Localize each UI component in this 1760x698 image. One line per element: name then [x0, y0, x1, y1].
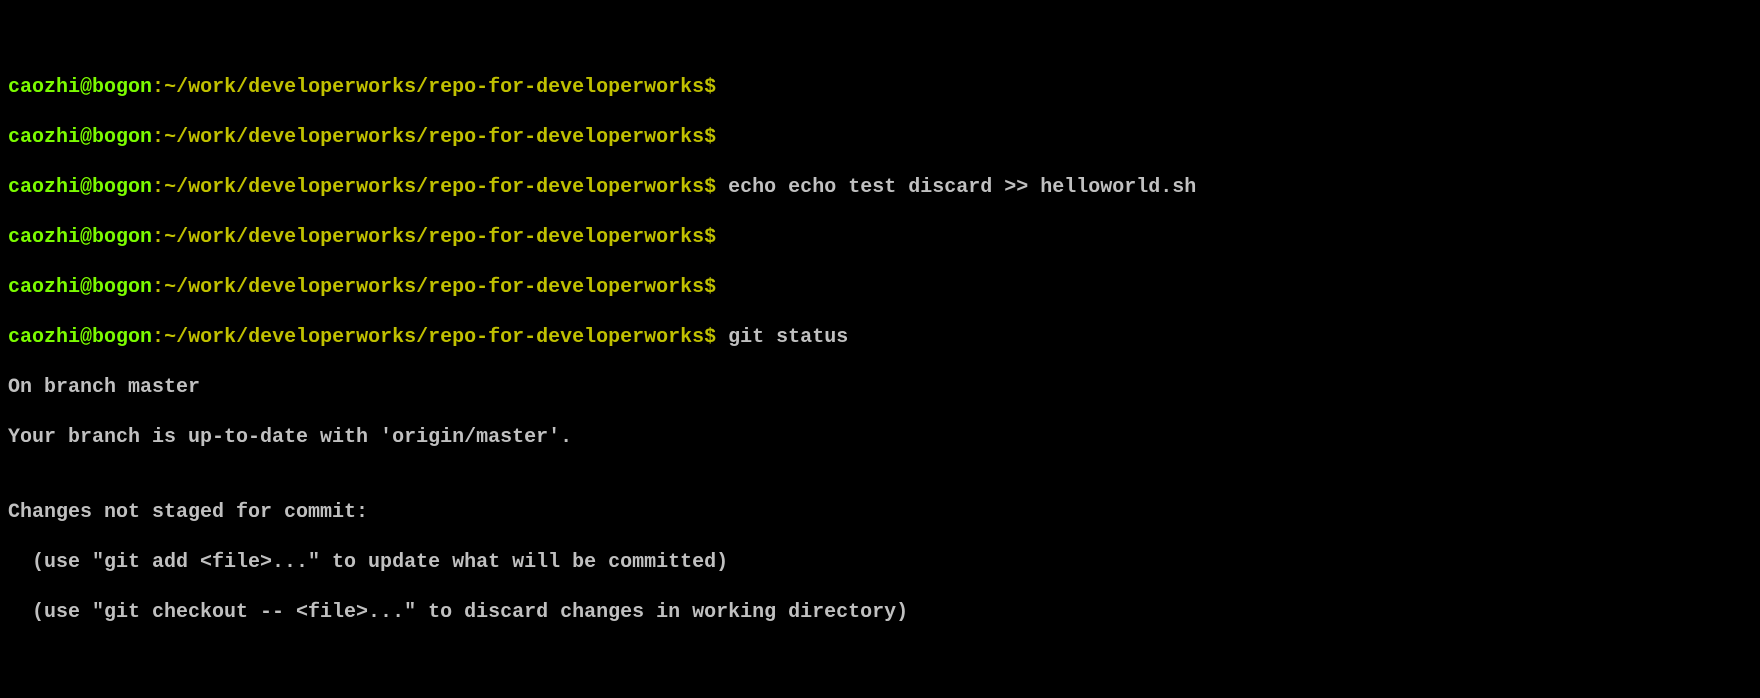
- output-blank: [8, 650, 1752, 675]
- prompt-line: caozhi@bogon:~/work/developerworks/repo-…: [8, 275, 1752, 300]
- output-branch: On branch master: [8, 375, 1752, 400]
- cmd-git-status: git status: [716, 326, 848, 349]
- output-hint-checkout: (use "git checkout -- <file>..." to disc…: [8, 600, 1752, 625]
- prompt-line-echo: caozhi@bogon:~/work/developerworks/repo-…: [8, 175, 1752, 200]
- prompt-user: caozhi: [8, 76, 80, 99]
- output-hint-add: (use "git add <file>..." to update what …: [8, 550, 1752, 575]
- prompt-line: caozhi@bogon:~/work/developerworks/repo-…: [8, 75, 1752, 100]
- output-notstaged: Changes not staged for commit:: [8, 500, 1752, 525]
- terminal[interactable]: caozhi@bogon:~/work/developerworks/repo-…: [0, 0, 1760, 698]
- prompt-line: caozhi@bogon:~/work/developerworks/repo-…: [8, 225, 1752, 250]
- output-uptodate: Your branch is up-to-date with 'origin/m…: [8, 425, 1752, 450]
- prompt-line-status1: caozhi@bogon:~/work/developerworks/repo-…: [8, 325, 1752, 350]
- prompt-line: caozhi@bogon:~/work/developerworks/repo-…: [8, 125, 1752, 150]
- prompt-dollar: $: [704, 76, 716, 99]
- prompt-host: bogon: [92, 76, 152, 99]
- cmd-echo: echo echo test discard >> helloworld.sh: [716, 176, 1196, 199]
- prompt-colon: :: [152, 76, 164, 99]
- prompt-at: @: [80, 76, 92, 99]
- prompt-path: ~/work/developerworks/repo-for-developer…: [164, 76, 704, 99]
